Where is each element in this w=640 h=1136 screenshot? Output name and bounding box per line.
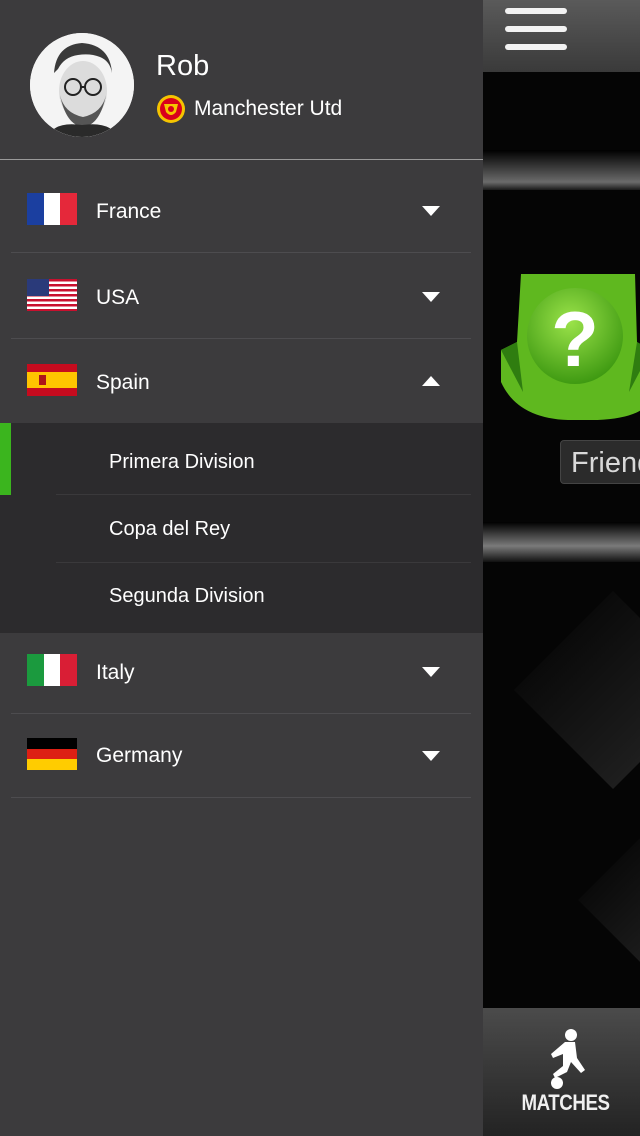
active-indicator <box>0 423 11 495</box>
country-label: Italy <box>96 661 135 684</box>
country-item-usa[interactable]: USA <box>0 254 483 339</box>
league-item-primera-division[interactable]: Primera Division <box>0 423 483 495</box>
player-kick-icon <box>551 1029 585 1089</box>
usa-flag-icon <box>27 279 77 311</box>
user-name: Rob <box>156 50 210 82</box>
country-item-italy[interactable]: Italy <box>0 633 483 714</box>
spain-flag-icon <box>27 364 77 396</box>
chevron-down-icon <box>422 206 440 216</box>
country-item-spain[interactable]: Spain <box>0 340 483 423</box>
league-label: Primera Division <box>109 451 255 473</box>
france-flag-icon <box>27 193 77 225</box>
tab-matches-label: MATCHES <box>521 1090 610 1115</box>
decorative-band <box>483 522 640 562</box>
league-item-segunda-division[interactable]: Segunda Division <box>0 563 483 633</box>
club-crest-icon <box>157 95 185 123</box>
decorative-band <box>483 150 640 190</box>
avatar[interactable] <box>30 33 134 137</box>
top-bar <box>483 0 640 72</box>
question-shield-icon[interactable]: ? <box>499 272 640 420</box>
decorative-shape <box>578 815 640 985</box>
user-club: Manchester Utd <box>156 94 342 124</box>
italy-flag-icon <box>27 654 77 686</box>
side-drawer: Rob Manchester Utd France USA Spain Prim… <box>0 0 483 1136</box>
country-item-germany[interactable]: Germany <box>0 714 483 798</box>
divider <box>11 252 471 253</box>
chevron-down-icon <box>422 292 440 302</box>
country-label: USA <box>96 286 140 309</box>
divider <box>11 797 471 798</box>
country-label: Germany <box>96 744 183 767</box>
decorative-shape <box>514 591 640 789</box>
chevron-down-icon <box>422 667 440 677</box>
profile-header[interactable]: Rob Manchester Utd <box>0 0 483 160</box>
germany-flag-icon <box>27 738 77 770</box>
divider <box>11 338 471 339</box>
country-label: France <box>96 200 162 223</box>
main-view: ? Friends MATCHES <box>483 0 640 1136</box>
country-item-france[interactable]: France <box>0 168 483 253</box>
menu-icon[interactable] <box>505 6 569 54</box>
svg-text:?: ? <box>551 295 599 383</box>
country-label: Spain <box>96 371 150 394</box>
league-label: Segunda Division <box>109 585 265 607</box>
card-label: Friends <box>560 440 640 484</box>
chevron-up-icon <box>422 376 440 386</box>
tab-matches[interactable] <box>483 1008 640 1136</box>
league-label: Copa del Rey <box>109 518 231 540</box>
chevron-down-icon <box>422 751 440 761</box>
league-item-copa-del-rey[interactable]: Copa del Rey <box>0 495 483 563</box>
club-name: Manchester Utd <box>194 97 343 120</box>
